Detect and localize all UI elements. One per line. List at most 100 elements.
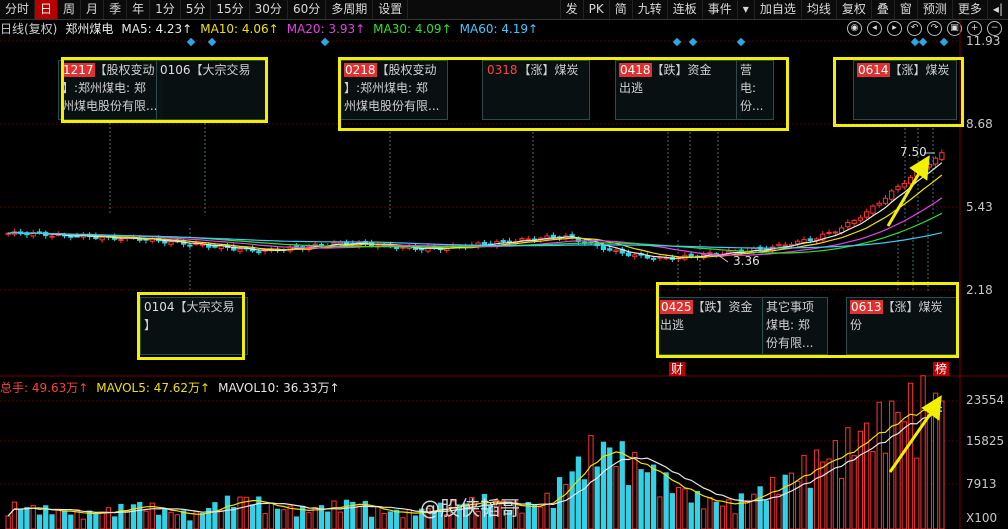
volume-bar — [531, 504, 538, 529]
event-text: 【大宗交易 — [190, 63, 251, 77]
event-card[interactable]: 1217【股权变动 】:郑州煤电: 郑 州煤电股份有限... — [58, 60, 162, 120]
volume-header: 总手: 49.63万↑ MAVOL5: 47.62万↑ MAVOL10: 36.… — [0, 379, 340, 395]
volume-bar — [738, 493, 744, 529]
volume-tick: 7913 — [966, 477, 997, 491]
event-card[interactable]: 0425【跌】资金 出逃 — [656, 297, 764, 355]
price-tick: 8.68 — [966, 117, 993, 131]
event-date: 0106 — [160, 63, 191, 77]
event-line2: 份 — [850, 318, 863, 332]
event-card[interactable]: 其它事项 煤电: 郑 份有限... — [762, 297, 828, 355]
event-date: 0614 — [857, 63, 890, 77]
candle-body — [613, 249, 619, 252]
candle-body — [500, 240, 506, 243]
volume-bar — [331, 500, 337, 529]
volume-bar — [939, 400, 945, 529]
volume-bar — [325, 511, 331, 529]
volume-bar — [249, 504, 256, 529]
price-tick: 2.18 — [966, 283, 993, 297]
event-card[interactable]: 0318【涨】煤炭 — [482, 60, 590, 120]
event-date: 0318 — [487, 63, 518, 77]
event-text: 【跌】资金 — [651, 63, 712, 77]
volume-bar — [412, 515, 419, 529]
event-line2: 出逃 — [660, 318, 685, 332]
volume-bar — [713, 501, 719, 529]
volume-bar — [832, 440, 838, 529]
ranking-tag[interactable]: 榜 — [933, 362, 950, 376]
event-line3: 州煤电股份有限... — [344, 99, 440, 113]
event-card[interactable]: 0418【跌】资金 出逃 — [615, 60, 741, 120]
volume-bar — [619, 441, 625, 529]
volume-bar — [669, 493, 676, 529]
volume-bar — [180, 510, 187, 529]
volume-bar — [187, 520, 193, 529]
volume-bar — [30, 505, 36, 529]
volume-bar — [650, 464, 657, 529]
event-card[interactable]: 0614【涨】煤炭 — [853, 60, 957, 120]
candle-body — [256, 251, 262, 254]
candle-body — [864, 211, 870, 218]
candle-body — [607, 248, 613, 251]
volume-bar — [838, 477, 845, 529]
volume-bar — [694, 490, 701, 529]
price-tick: 5.43 — [966, 200, 993, 214]
finance-tag[interactable]: 财 — [669, 362, 686, 376]
volume-bar — [337, 511, 343, 529]
volume-bar — [864, 422, 870, 529]
volume-bar — [550, 507, 556, 529]
volume-bar — [112, 516, 118, 529]
volume-bar — [224, 495, 231, 529]
candle-body — [525, 238, 531, 241]
event-card[interactable]: 0106【大宗交易 — [156, 60, 268, 120]
event-date: 0425 — [660, 300, 693, 314]
high-price-label: 7.50 — [900, 145, 927, 159]
volume-bar — [826, 458, 832, 529]
event-card[interactable]: 营 电: 份... — [736, 60, 774, 120]
event-line2: 出逃 — [619, 81, 644, 95]
ma5-line — [8, 162, 943, 259]
volume-bar — [24, 507, 30, 529]
candle-body — [49, 235, 55, 238]
volume-bar — [11, 501, 18, 529]
volume-bar — [638, 469, 644, 529]
candle-body — [832, 231, 838, 234]
volume-bar — [870, 451, 876, 529]
volume-bar — [387, 511, 394, 529]
volume-bar — [776, 493, 782, 529]
event-date: 1217 — [62, 63, 95, 77]
event-text: 其它事项 — [766, 300, 815, 314]
volume-bar — [519, 512, 525, 529]
event-text: 【股权变动 — [376, 63, 437, 77]
volume-bar — [632, 451, 638, 529]
volume-bar — [851, 455, 857, 529]
candle-body — [826, 231, 832, 234]
candle-body — [776, 243, 782, 247]
candle-body — [400, 246, 406, 249]
candle-body — [876, 202, 882, 206]
volume-bar — [174, 514, 180, 529]
volume-bar — [218, 510, 224, 529]
volume-bar — [400, 517, 406, 529]
volume-bar — [600, 441, 607, 529]
volume-bar — [820, 461, 826, 529]
volume-bar — [293, 516, 300, 529]
candle-body — [889, 190, 895, 200]
candle-body — [168, 241, 174, 245]
candle-body — [851, 219, 857, 225]
candle-body — [932, 157, 939, 165]
volume-bar — [801, 454, 807, 529]
volume-bar — [726, 499, 732, 529]
candle-body — [801, 239, 807, 243]
event-card[interactable]: 0218【股权变动 】:郑州煤电: 郑 州煤电股份有限... — [340, 60, 448, 120]
candle-body — [118, 239, 124, 242]
event-card[interactable]: 0613【涨】煤炭 份 — [846, 297, 958, 355]
candle-body — [901, 182, 907, 188]
volume-bar — [137, 501, 143, 529]
volume-bar — [732, 513, 738, 529]
event-card[interactable]: 0104【大宗交易 】 — [140, 297, 248, 355]
volume-bar — [55, 508, 61, 529]
price-tick: 11.93 — [966, 34, 1001, 48]
volume-tick: 23554 — [966, 393, 1005, 407]
event-text: 营 — [740, 63, 753, 77]
volume-bar — [168, 511, 174, 529]
watermark: @股侠韬哥 — [420, 496, 520, 520]
